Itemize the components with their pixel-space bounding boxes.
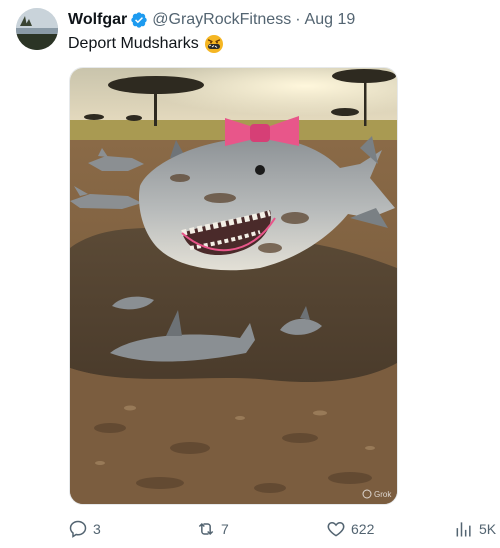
- repost-icon: [198, 522, 214, 536]
- tweet-text-content: Deport Mudsharks: [68, 35, 199, 52]
- svg-text:Grok: Grok: [374, 490, 392, 499]
- reply-count: 3: [93, 521, 101, 537]
- author-handle[interactable]: @GrayRockFitness: [152, 11, 291, 29]
- repost-button[interactable]: 7: [196, 517, 229, 541]
- avatar-image: [16, 8, 58, 50]
- tweet-actions: 3 7 622 5K: [0, 517, 500, 541]
- author-name[interactable]: Wolfgar: [68, 11, 127, 29]
- tweet-date[interactable]: Aug 19: [305, 11, 356, 29]
- reply-icon: [69, 520, 87, 538]
- bar-chart-icon: [456, 522, 471, 537]
- verified-badge-icon: [131, 12, 147, 28]
- angry-face-icon: [204, 35, 223, 53]
- repost-count: 7: [221, 521, 229, 537]
- heart-icon: [327, 521, 345, 537]
- like-count: 622: [351, 521, 375, 537]
- shark-image: Grok: [70, 68, 397, 504]
- reply-button[interactable]: 3: [68, 517, 101, 541]
- tweet-header: Wolfgar @GrayRockFitness · Aug 19: [68, 9, 355, 31]
- tweet-text: Deport Mudsharks: [68, 33, 224, 55]
- like-button[interactable]: 622: [326, 517, 374, 541]
- views-count: 5K: [479, 521, 497, 537]
- views-button[interactable]: 5K: [454, 517, 496, 541]
- tweet-media[interactable]: Grok: [69, 67, 398, 505]
- avatar[interactable]: [16, 8, 58, 50]
- separator-dot: ·: [295, 11, 301, 28]
